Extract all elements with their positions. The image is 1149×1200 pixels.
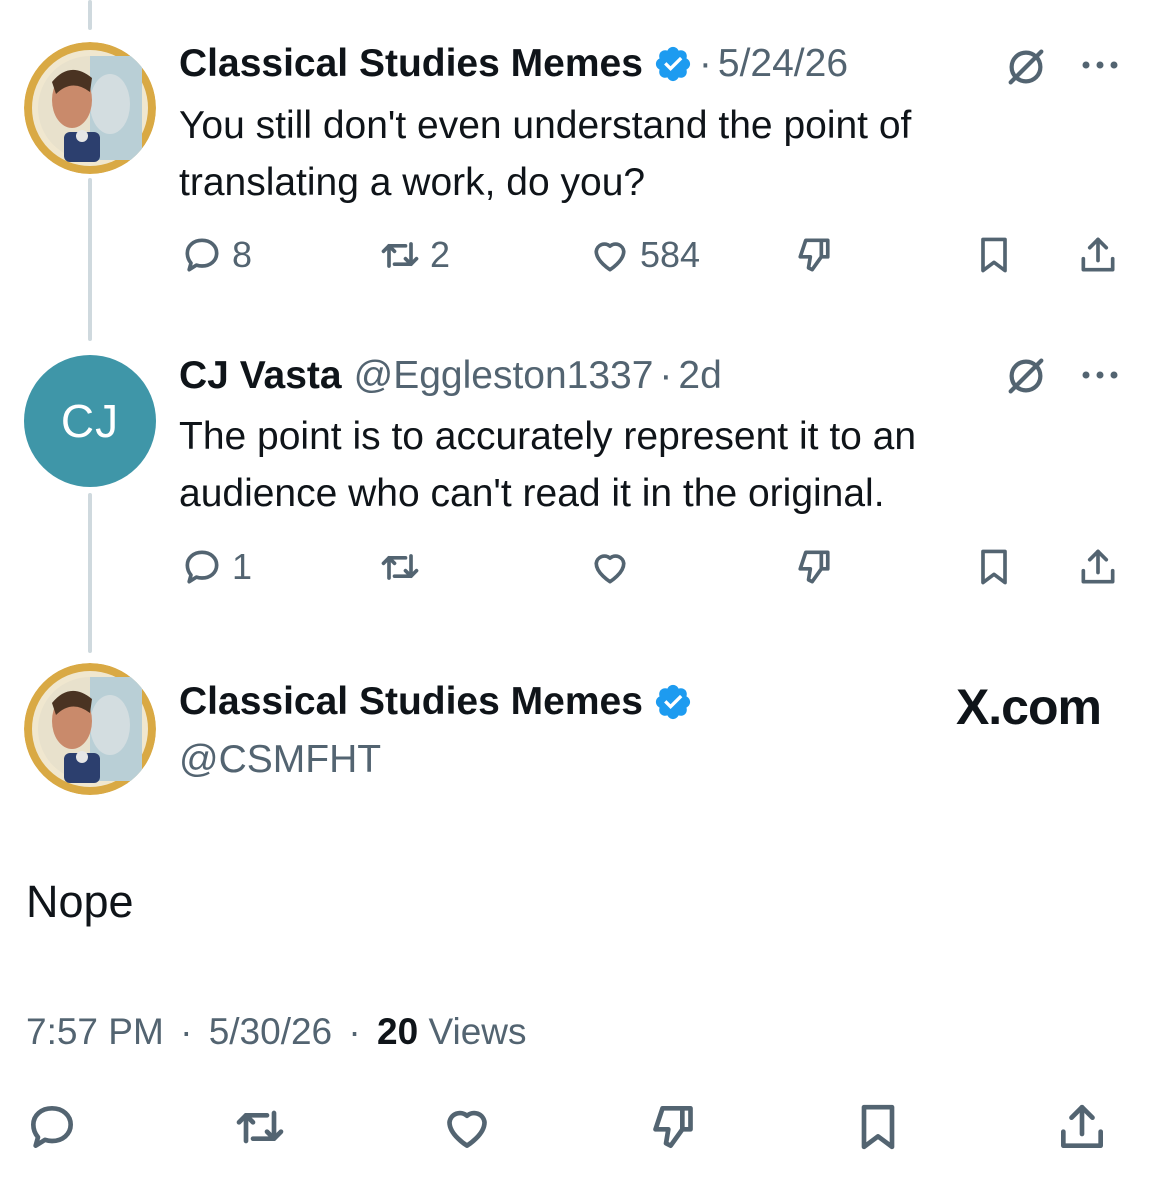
- more-icon[interactable]: [1078, 365, 1122, 385]
- thread-line-top: [88, 0, 92, 30]
- main-tweet-header: Classical Studies Memes: [179, 680, 693, 724]
- tweet-date[interactable]: 5/30/26: [209, 1011, 332, 1052]
- bookmark-icon: [981, 549, 1007, 585]
- avatar-initials: CJ: [60, 395, 120, 447]
- separator: ·: [348, 1011, 361, 1052]
- reply-1-header: Classical Studies Memes · 5/24/26: [179, 42, 848, 86]
- avatar[interactable]: [24, 42, 156, 174]
- repost-icon: [381, 242, 419, 268]
- tweet-text: You still don't even understand the poin…: [179, 104, 912, 204]
- repost-button[interactable]: [232, 1099, 288, 1155]
- repost-button[interactable]: [378, 545, 422, 589]
- bookmark-icon: [981, 237, 1007, 273]
- author-handle[interactable]: @CSMFHT: [179, 738, 381, 782]
- like-button[interactable]: [439, 1099, 495, 1155]
- author-handle[interactable]: @Eggleston1337: [354, 354, 654, 398]
- repost-count: 2: [430, 234, 451, 275]
- dislike-button[interactable]: [792, 233, 836, 277]
- reply-icon: [185, 238, 219, 272]
- author-name[interactable]: Classical Studies Memes: [179, 680, 643, 724]
- share-button[interactable]: [1076, 545, 1120, 589]
- like-count: 584: [640, 234, 701, 275]
- share-button[interactable]: [1076, 233, 1120, 277]
- share-icon: [1081, 237, 1115, 272]
- tweet-date[interactable]: 5/24/26: [718, 42, 848, 86]
- like-icon: [447, 1110, 487, 1148]
- reply-icon: [185, 550, 219, 584]
- bookmark-button[interactable]: [850, 1099, 906, 1155]
- reply-2-header: CJ Vasta @Eggleston1337 · 2d: [179, 354, 722, 398]
- reply-button[interactable]: [24, 1099, 80, 1155]
- tweet-text: The point is to accurately represent it …: [179, 415, 917, 515]
- reply-count: 1: [232, 546, 253, 587]
- like-icon: [594, 554, 626, 584]
- grok-icon[interactable]: [1003, 44, 1049, 90]
- tweet-time[interactable]: 7:57 PM: [26, 1011, 164, 1052]
- bookmark-button[interactable]: [972, 545, 1016, 589]
- bookmark-icon: [861, 1104, 895, 1150]
- avatar[interactable]: [24, 663, 156, 795]
- share-button[interactable]: [1054, 1099, 1110, 1155]
- avatar[interactable]: CJ: [24, 355, 156, 487]
- dislike-button[interactable]: [792, 545, 836, 589]
- brand-logo: X.com: [955, 679, 1102, 735]
- tweet-text: Nope: [26, 876, 134, 927]
- reply-icon: [31, 1106, 73, 1148]
- dislike-button[interactable]: [645, 1099, 701, 1155]
- verified-badge-icon: [655, 46, 690, 82]
- views-count: 20: [377, 1011, 419, 1052]
- author-name[interactable]: CJ Vasta: [179, 354, 342, 398]
- dislike-icon: [798, 238, 830, 272]
- reply-button[interactable]: 8: [180, 233, 252, 277]
- tweet-meta: 7:57 PM · 5/30/26 · 20 Views: [26, 1011, 527, 1053]
- like-icon: [594, 242, 626, 272]
- dislike-icon: [798, 550, 830, 584]
- main-tweet-actions: [0, 1099, 1149, 1159]
- reply-count: 8: [232, 234, 253, 275]
- bookmark-button[interactable]: [972, 233, 1016, 277]
- repost-icon: [236, 1110, 284, 1144]
- dislike-icon: [653, 1106, 693, 1148]
- author-name[interactable]: Classical Studies Memes: [179, 42, 643, 86]
- separator: ·: [698, 42, 712, 85]
- share-icon: [1081, 549, 1115, 584]
- views-label: Views: [428, 1011, 527, 1052]
- share-icon: [1061, 1104, 1103, 1148]
- repost-button[interactable]: 2: [378, 233, 450, 277]
- grok-icon[interactable]: [1003, 353, 1049, 399]
- verified-badge-icon: [655, 684, 690, 720]
- tweet-time[interactable]: 2d: [678, 354, 721, 398]
- reply-button[interactable]: 1: [180, 545, 252, 589]
- reply-2-actions: 1: [0, 545, 1149, 595]
- like-button[interactable]: [588, 545, 632, 589]
- more-icon[interactable]: [1078, 55, 1122, 75]
- repost-icon: [381, 554, 419, 580]
- separator: ·: [659, 354, 673, 397]
- like-button[interactable]: 584: [588, 233, 700, 277]
- separator: ·: [180, 1011, 193, 1052]
- reply-1-actions: 8 2 584: [0, 233, 1149, 283]
